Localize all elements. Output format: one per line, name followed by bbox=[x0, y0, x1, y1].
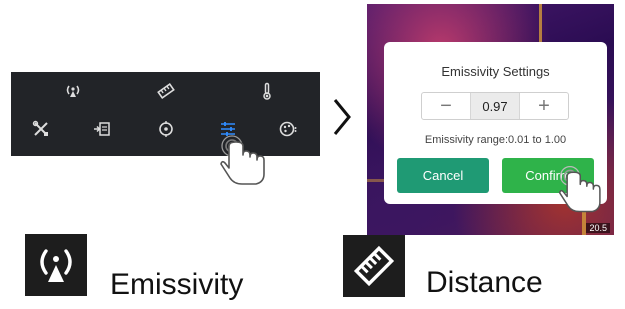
chevron-right-icon bbox=[333, 99, 351, 135]
emissivity-stepper: − 0.97 + bbox=[421, 92, 569, 120]
emissivity-legend-icon bbox=[25, 234, 87, 296]
distance-legend-label: Distance bbox=[426, 266, 543, 299]
export-icon bbox=[94, 122, 110, 136]
temperature-readout: 20.5 bbox=[586, 223, 610, 233]
decrement-button[interactable]: − bbox=[422, 93, 470, 119]
emissivity-legend-label: Emissivity bbox=[110, 268, 244, 301]
emissivity-range-text: Emissivity range:0.01 to 1.00 bbox=[424, 134, 567, 146]
target-button[interactable] bbox=[152, 115, 180, 143]
emissivity-value-field[interactable]: 0.97 bbox=[470, 93, 520, 119]
distance-button[interactable] bbox=[152, 77, 180, 105]
tap-hand-cursor-icon bbox=[220, 135, 265, 185]
palette-button[interactable] bbox=[274, 115, 302, 143]
tap-hand-cursor-icon bbox=[558, 166, 601, 213]
palette-icon bbox=[279, 121, 297, 137]
cancel-button[interactable]: Cancel bbox=[397, 158, 489, 193]
distance-icon bbox=[353, 245, 395, 287]
emissivity-button[interactable] bbox=[59, 77, 87, 105]
export-button[interactable] bbox=[88, 115, 116, 143]
increment-button[interactable]: + bbox=[520, 93, 568, 119]
emissivity-icon bbox=[66, 85, 80, 97]
distance-legend-icon bbox=[343, 235, 405, 297]
thermometer-button[interactable] bbox=[253, 77, 281, 105]
tools-icon bbox=[32, 120, 48, 136]
distance-icon bbox=[157, 83, 175, 99]
target-icon bbox=[159, 121, 173, 137]
dialog-title: Emissivity Settings bbox=[441, 64, 550, 79]
thermometer-icon bbox=[263, 82, 271, 100]
tools-button[interactable] bbox=[27, 115, 55, 143]
emissivity-icon bbox=[40, 249, 72, 282]
